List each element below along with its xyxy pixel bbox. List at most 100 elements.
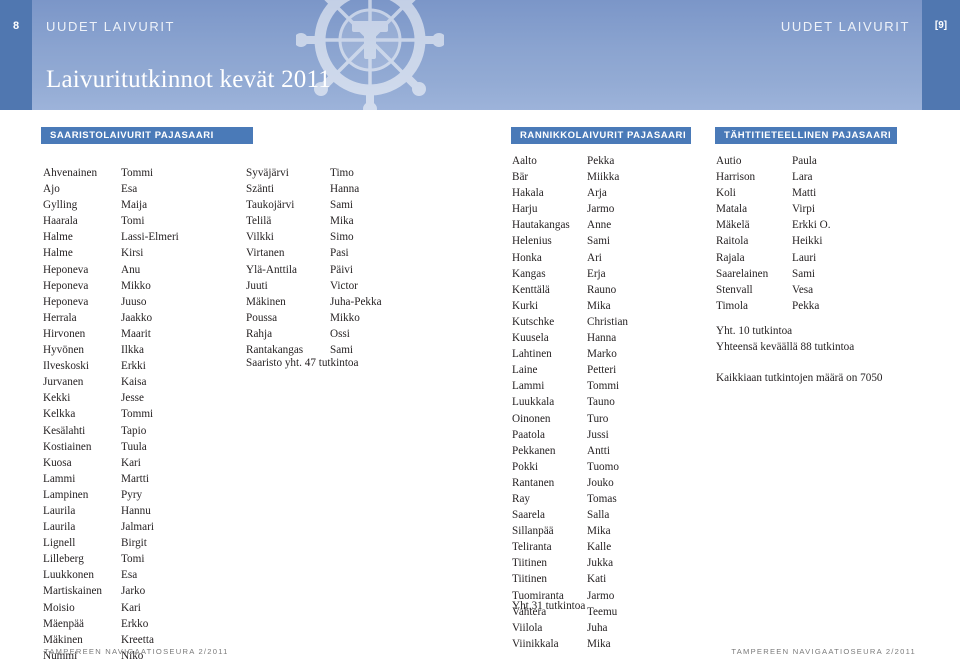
summary-tahtitieteellinen: Yht. 10 tutkintoa Yhteensä keväällä 88 t… [716,323,854,355]
name-row: Lampinen Pyry [43,487,179,503]
last-name: Bär [512,171,529,184]
first-name: Marko [587,348,617,361]
first-name: Lauri [792,251,817,264]
name-row: Hyvönen Ilkka [43,342,179,358]
name-row: Teliranta Kalle [512,539,628,555]
name-row: Jurvanen Kaisa [43,374,179,390]
first-name: Tommi [121,167,154,179]
first-name: Pasi [330,247,349,260]
page-header: 8 UUDET LAIVURIT Laivuritutkinnot kevät … [0,0,960,110]
last-name: Lammi [512,380,545,393]
last-name: Viilola [512,621,543,634]
page-number-left: 8 [0,0,32,110]
last-name: Gylling [43,199,78,212]
section-heading-saaristolaivurit: SAARISTOLAIVURIT PAJASAARI [41,127,253,144]
last-name: Kenttälä [512,283,550,296]
first-name: Mika [330,215,354,228]
last-name: Jurvanen [43,376,84,389]
first-name: Ari [587,251,602,264]
name-row: Lilleberg Tomi [43,551,179,567]
name-row: Haarala Tomi [43,213,179,229]
name-row: Laurila Jalmari [43,519,179,535]
name-row: Heponeva Juuso [43,294,179,310]
name-row: Kenttälä Rauno [512,282,628,298]
name-row: Pekkanen Antti [512,443,628,459]
last-name: Lahtinen [512,348,552,361]
first-name: Esa [121,183,138,196]
last-name: Paatola [512,428,545,441]
name-row: Oinonen Turo [512,411,628,427]
name-row: Juuti Victor [246,278,382,294]
name-row: Laine Petteri [512,362,628,378]
first-name: Jouko [587,476,614,489]
first-name: Tapio [121,424,147,437]
last-name: Pokki [512,460,539,473]
first-name: Päivi [330,263,353,276]
first-name: Paula [792,155,817,167]
first-name: Jalmari [121,521,154,534]
name-row: Ray Tomas [512,491,628,507]
first-name: Jarko [121,585,146,598]
first-name: Kirsi [121,247,144,260]
name-row: Rantanen Jouko [512,475,628,491]
last-name: Moisio [43,601,75,614]
last-name: Luukkala [512,396,555,409]
name-row: Martiskainen Jarko [43,583,179,599]
last-name: Heponeva [43,295,89,308]
name-row: Lignell Birgit [43,535,179,551]
last-name: Taukojärvi [246,199,295,212]
summary-rannikko: Yht.31 tutkintoa [512,600,586,612]
name-row: Saarelainen Sami [716,266,831,282]
last-name: Poussa [246,311,278,324]
footer-left: TAMPEREEN NAVIGAATIOSEURA 2/2011 [44,647,229,656]
last-name: Lammi [43,472,76,485]
first-name: Jussi [587,428,609,441]
last-name: Kutschke [512,315,555,328]
magazine-page: 8 UUDET LAIVURIT Laivuritutkinnot kevät … [0,0,960,666]
name-row: Autio Paula [716,153,831,169]
name-row: Mäkelä Erkki O. [716,217,831,233]
last-name: Kekki [43,392,71,405]
name-row: Kekki Jesse [43,390,179,406]
last-name: Halme [43,231,73,244]
name-row: Telilä Mika [246,213,382,229]
page-title: Laivuritutkinnot kevät 2011 [46,66,331,93]
name-row: Raitola Heikki [716,233,831,249]
name-row: Syväjärvi Timo [246,165,382,181]
last-name: Kelkka [43,408,76,421]
last-name: Mäkinen [43,633,83,646]
first-name: Juha [587,621,608,634]
name-row: Luukkala Tauno [512,394,628,410]
last-name: Saarela [512,509,545,522]
first-name: Tauno [587,396,615,409]
first-name: Tuula [121,440,147,453]
last-name: Tiitinen [512,557,548,570]
last-name: Raitola [716,235,749,248]
last-name: Kuosa [43,456,72,469]
name-row: Moisio Kari [43,600,179,616]
first-name: Virpi [792,203,815,216]
first-name: Tommi [121,408,154,421]
name-row: Kuusela Hanna [512,330,628,346]
last-name: Kostiainen [43,440,92,453]
first-name: Jaakko [121,311,153,324]
name-row: Szänti Hanna [246,181,382,197]
name-row: Tiitinen Kati [512,571,628,587]
last-name: Laurila [43,504,76,517]
last-name: Heponeva [43,263,89,276]
last-name: Honka [512,251,542,264]
first-name: Petteri [587,364,617,377]
name-row: Honka Ari [512,250,628,266]
name-row: Kostiainen Tuula [43,439,179,455]
name-row: Halme Lassi-Elmeri [43,229,179,245]
name-row: Ajo Esa [43,181,179,197]
first-name: Kreetta [121,633,154,646]
last-name: Timola [716,299,748,312]
name-row: Gylling Maija [43,197,179,213]
section-heading-rannikkolaivurit: RANNIKKOLAIVURIT PAJASAARI [511,127,691,144]
name-row: Harju Jarmo [512,201,628,217]
name-row: Hirvonen Maarit [43,326,179,342]
name-row: Kutschke Christian [512,314,628,330]
name-row: Heponeva Mikko [43,278,179,294]
first-name: Erkko [121,617,149,630]
